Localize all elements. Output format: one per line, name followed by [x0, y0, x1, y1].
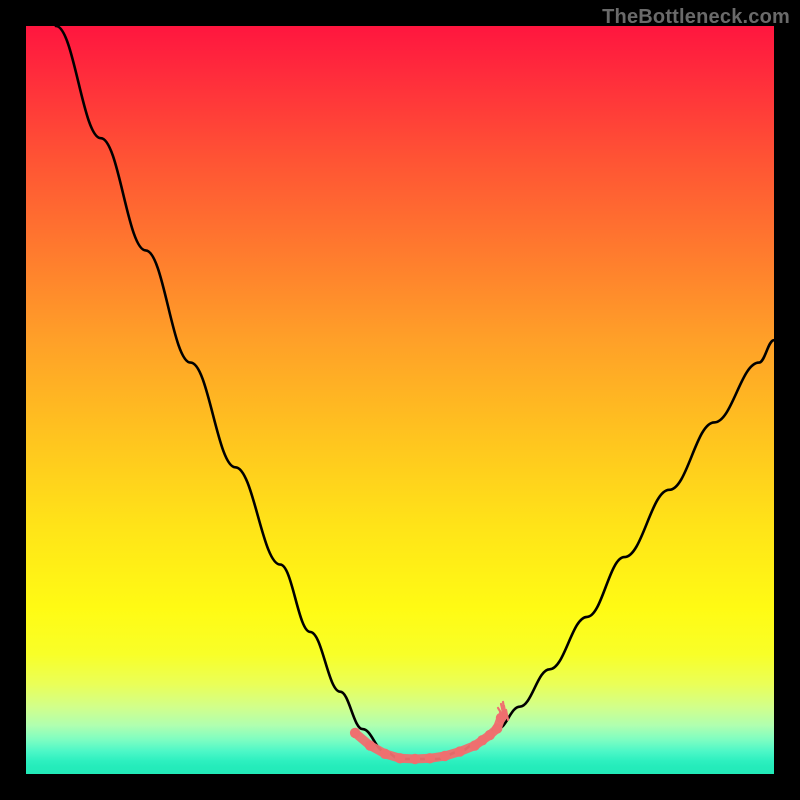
chart-svg	[26, 26, 774, 774]
peak-marker	[350, 728, 360, 738]
plot-area	[26, 26, 774, 774]
bottleneck-curve	[56, 26, 774, 759]
peak-marker	[395, 753, 405, 763]
peak-marker	[455, 746, 465, 756]
bottleneck-curve-path	[56, 26, 774, 759]
peak-marker	[380, 749, 390, 759]
peak-marker	[440, 751, 450, 761]
peak-marker	[425, 753, 435, 763]
peak-marker	[410, 754, 420, 764]
chart-frame: TheBottleneck.com	[0, 0, 800, 800]
peak-marker	[492, 723, 502, 733]
peak-markers	[350, 702, 508, 764]
peak-marker	[365, 740, 375, 750]
